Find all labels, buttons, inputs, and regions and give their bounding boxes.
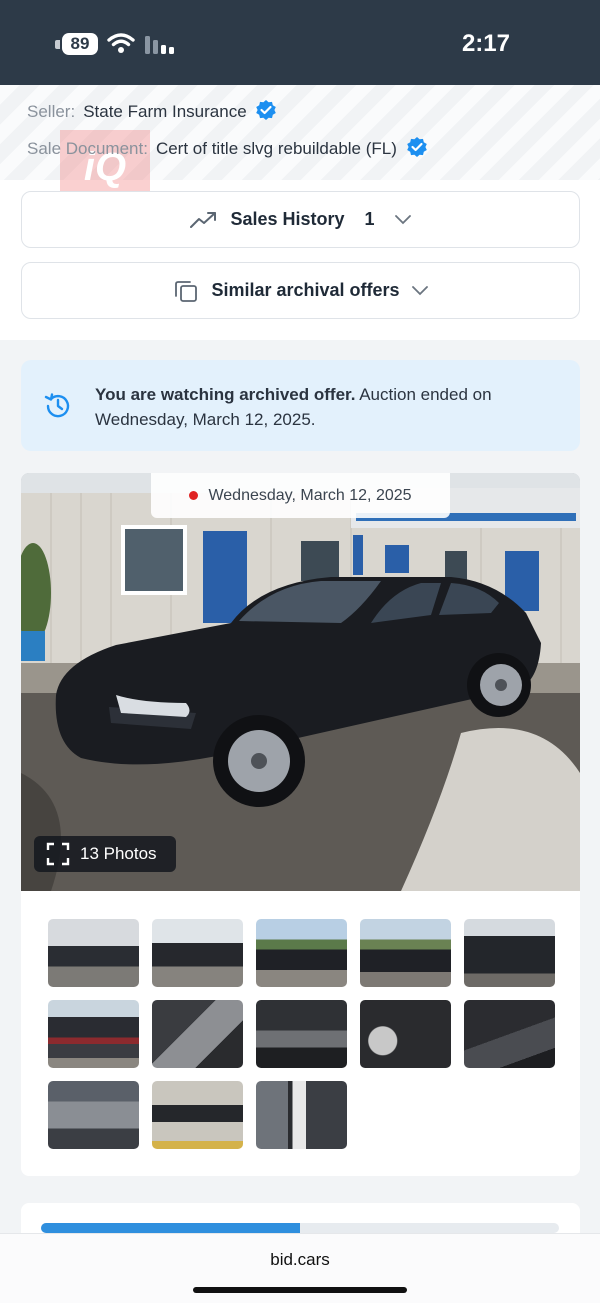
seller-row: Seller: State Farm Insurance xyxy=(27,99,277,122)
history-icon xyxy=(44,393,70,418)
bid-progress-fill xyxy=(41,1223,300,1233)
signal-icon xyxy=(145,36,174,54)
browser-bar: bid.cars xyxy=(0,1233,600,1303)
fullscreen-icon xyxy=(46,842,70,866)
thumbnail-rear-seats[interactable] xyxy=(464,1000,555,1068)
thumbnail-rear-left-outdoor[interactable] xyxy=(256,919,347,987)
thumbnail-rear-damage[interactable] xyxy=(48,1000,139,1068)
similar-offers-label: Similar archival offers xyxy=(211,280,400,300)
home-indicator[interactable] xyxy=(193,1287,407,1293)
copy-icon xyxy=(175,280,198,302)
thumbnail-dashboard[interactable] xyxy=(256,1000,347,1068)
auction-date: Wednesday, March 12, 2025 xyxy=(208,486,412,504)
sales-history-label: Sales History xyxy=(230,209,345,229)
thumbnail-engine-bay[interactable] xyxy=(48,1081,139,1149)
thumbnail-damaged-part[interactable] xyxy=(152,1081,243,1149)
photos-count-label: 13 Photos xyxy=(80,844,157,863)
sale-document-label: Sale Document: xyxy=(27,139,148,158)
thumbnail-instrument-cluster[interactable] xyxy=(360,1000,451,1068)
archived-offer-alert: You are watching archived offer. Auction… xyxy=(21,360,580,451)
thumbnail-rear-left[interactable] xyxy=(152,919,243,987)
clock: 2:17 xyxy=(461,30,510,57)
lot-details-card: iQ Seller: State Farm Insurance Sale Docu… xyxy=(0,85,600,340)
thumbnail-front-left-outdoor[interactable] xyxy=(360,919,451,987)
thumbnail-front[interactable] xyxy=(464,919,555,987)
chevron-down-icon xyxy=(394,214,411,224)
trending-up-icon xyxy=(190,211,217,228)
photos-count-button[interactable]: 13 Photos xyxy=(34,836,176,872)
battery-indicator: 89 xyxy=(62,33,98,55)
sale-document-row: Sale Document: Cert of title slvg rebuild… xyxy=(27,136,428,159)
car-photo-illustration xyxy=(21,473,580,891)
verified-badge-icon xyxy=(256,100,277,120)
sales-history-count: 1 xyxy=(364,209,375,229)
photo-gallery-card: Wednesday, March 12, 2025 13 Photos xyxy=(21,473,580,1176)
status-bar: 89 2:17 xyxy=(0,0,600,85)
bid-progress-track xyxy=(41,1223,559,1233)
seller-label: Seller: xyxy=(27,102,76,121)
thumbnail-door-jamb[interactable] xyxy=(256,1081,347,1149)
sale-document-value: Cert of title slvg rebuildable (FL) xyxy=(155,139,397,158)
verified-badge-icon xyxy=(406,137,427,157)
thumbnail-front-seats[interactable] xyxy=(152,1000,243,1068)
wifi-icon xyxy=(107,33,135,53)
chevron-down-icon xyxy=(411,285,428,295)
similar-offers-button[interactable]: Similar archival offers xyxy=(21,262,580,319)
battery-nub xyxy=(55,40,60,49)
sales-history-button[interactable]: Sales History 1 xyxy=(21,191,580,248)
archived-offer-text: You are watching archived offer. Auction… xyxy=(95,382,565,432)
archived-offer-bold: You are watching archived offer. xyxy=(95,385,356,404)
main-vehicle-photo[interactable]: Wednesday, March 12, 2025 13 Photos xyxy=(21,473,580,891)
seller-value: State Farm Insurance xyxy=(83,102,247,121)
auction-date-chip: Wednesday, March 12, 2025 xyxy=(151,473,450,518)
red-dot-icon xyxy=(189,491,199,500)
thumbnail-front-left[interactable] xyxy=(48,919,139,987)
address-bar-url[interactable]: bid.cars xyxy=(0,1250,600,1270)
